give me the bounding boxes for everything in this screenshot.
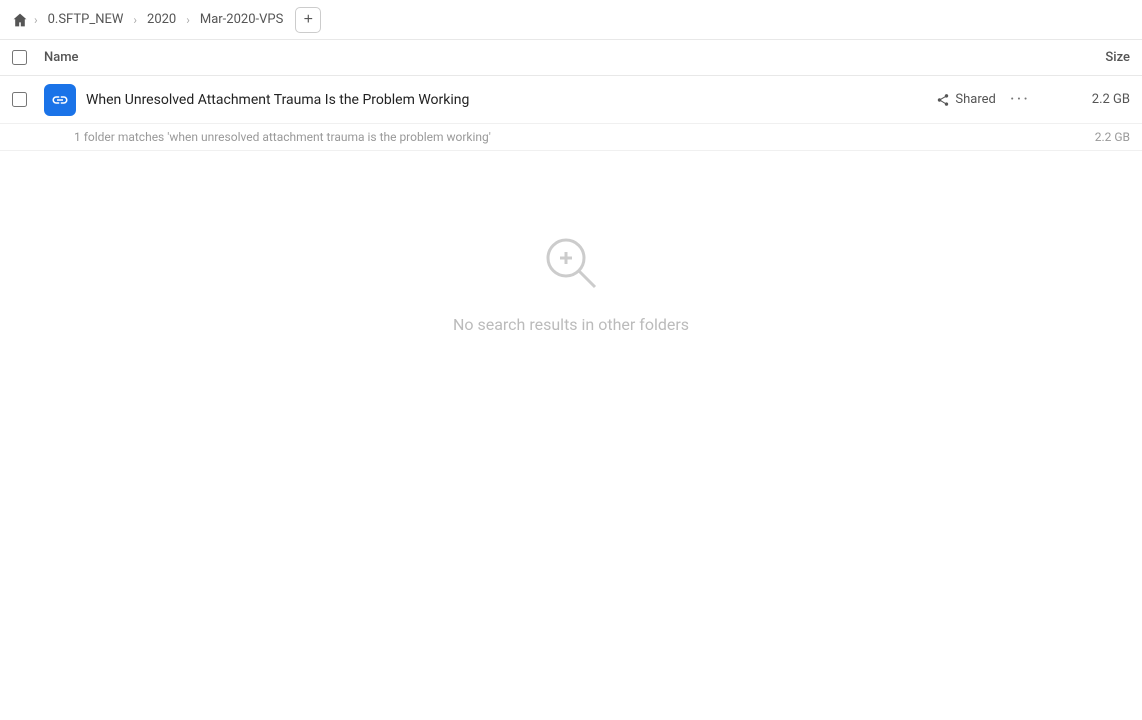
summary-row: 1 folder matches 'when unresolved attach… [0, 124, 1142, 151]
breadcrumb-sep-2: › [186, 13, 190, 27]
size-column-header: Size [1050, 50, 1130, 65]
breadcrumb-item-mar[interactable]: Mar-2020-VPS [196, 10, 287, 29]
row-checkbox-col[interactable] [12, 92, 44, 107]
name-column-header: Name [44, 50, 1050, 65]
breadcrumb-item-2020[interactable]: 2020 [143, 10, 180, 29]
file-actions: Shared ··· [936, 85, 1034, 114]
more-options-button[interactable]: ··· [1006, 85, 1034, 114]
file-name: When Unresolved Attachment Trauma Is the… [86, 92, 936, 108]
row-checkbox[interactable] [12, 92, 27, 107]
select-all-checkbox-col[interactable] [12, 50, 44, 65]
column-header: Name Size [0, 40, 1142, 76]
breadcrumb-bar: › 0.SFTP_NEW › 2020 › Mar-2020-VPS + [0, 0, 1142, 40]
breadcrumb-sep-0: › [34, 13, 38, 27]
breadcrumb-sep-1: › [133, 13, 137, 27]
empty-state: No search results in other folders [0, 151, 1142, 414]
file-icon [44, 84, 76, 116]
no-results-text: No search results in other folders [453, 315, 689, 334]
breadcrumb-item-sftp[interactable]: 0.SFTP_NEW [44, 10, 128, 29]
home-button[interactable] [12, 12, 28, 28]
shared-badge: Shared [936, 92, 995, 107]
shared-label: Shared [955, 92, 995, 107]
summary-text: 1 folder matches 'when unresolved attach… [74, 130, 1050, 144]
add-tab-button[interactable]: + [295, 7, 321, 33]
file-size: 2.2 GB [1050, 92, 1130, 107]
no-results-icon [539, 231, 603, 299]
select-all-checkbox[interactable] [12, 50, 27, 65]
file-row[interactable]: When Unresolved Attachment Trauma Is the… [0, 76, 1142, 124]
summary-size: 2.2 GB [1050, 130, 1130, 144]
